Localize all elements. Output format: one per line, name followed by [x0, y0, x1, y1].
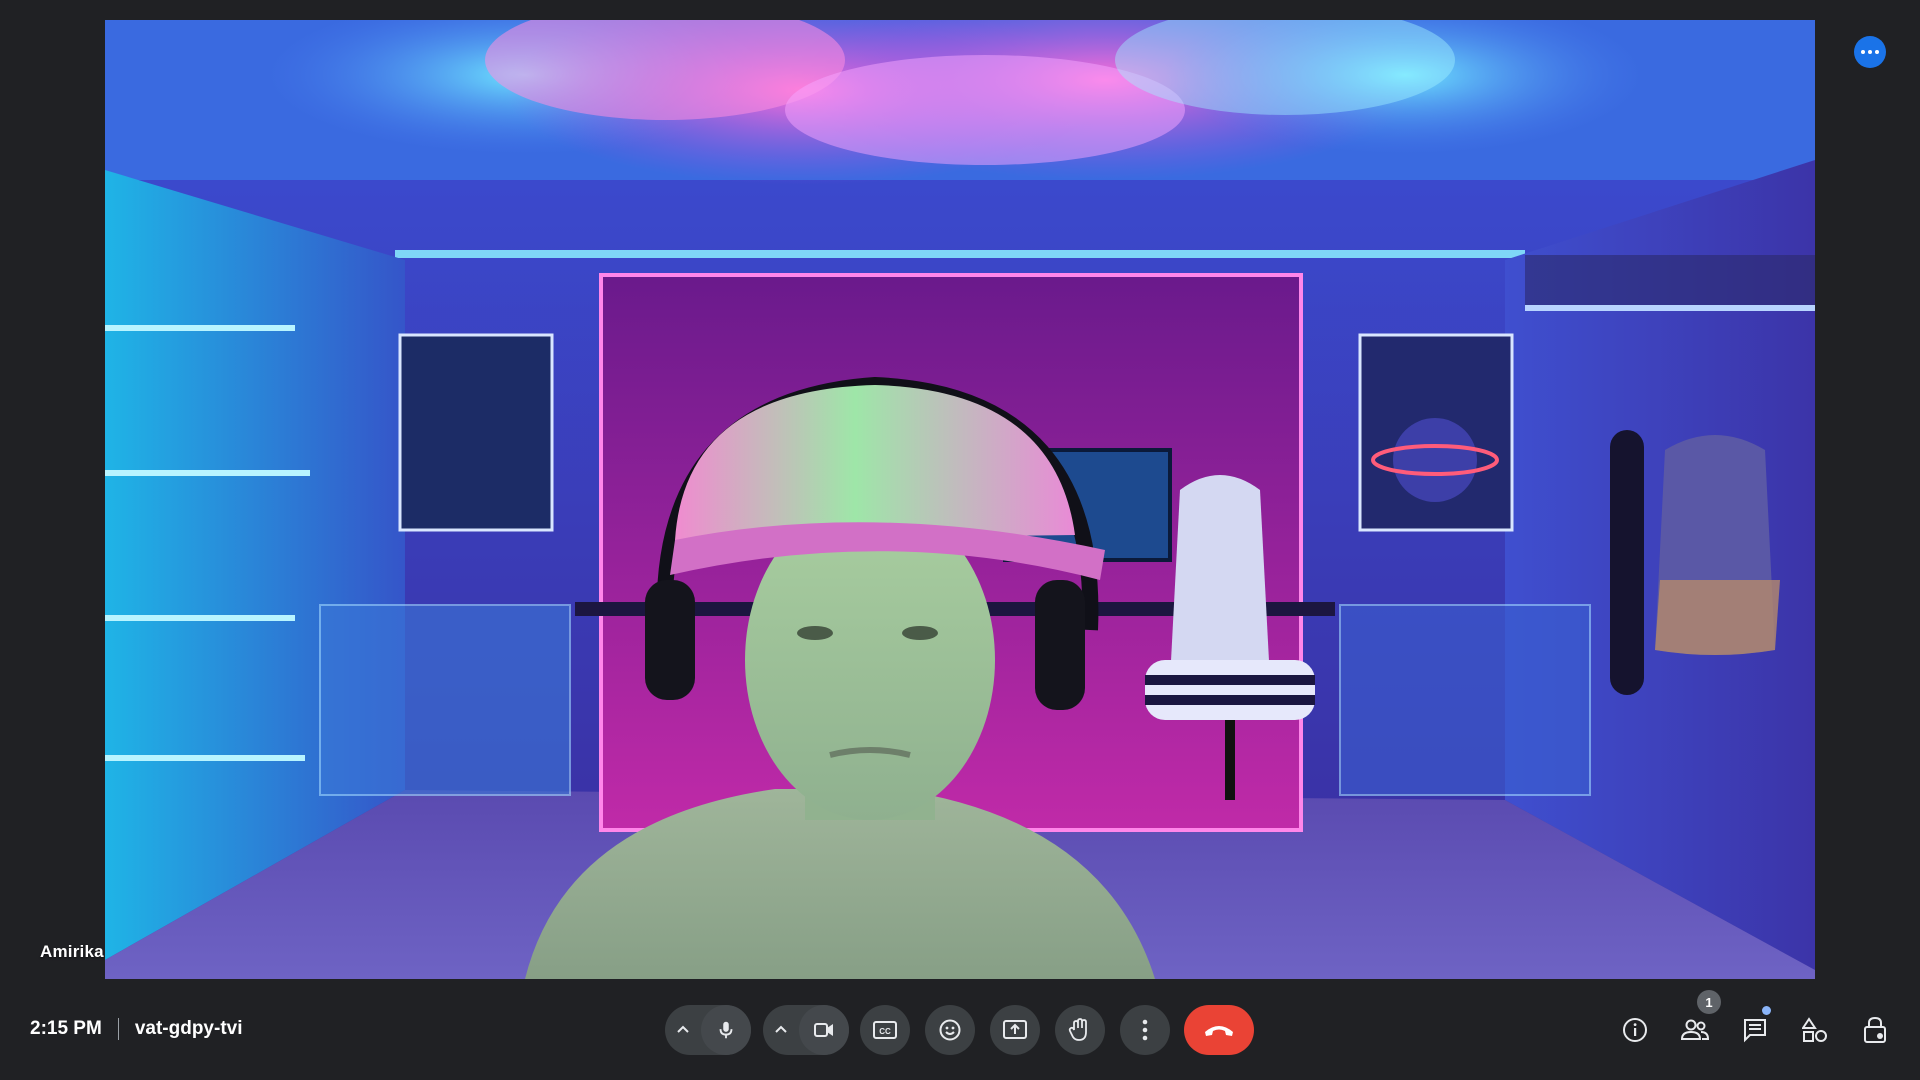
reactions-button[interactable] — [925, 1005, 975, 1055]
call-end-icon — [1205, 1026, 1233, 1036]
chat-button[interactable] — [1732, 1007, 1778, 1053]
raise-hand-icon — [1068, 1018, 1087, 1041]
people-icon — [1680, 1019, 1710, 1040]
unread-indicator — [1762, 1006, 1771, 1015]
tile-more-options-button[interactable] — [1854, 36, 1886, 68]
microphone-control-group — [665, 1005, 751, 1055]
participant-video-tile[interactable] — [105, 20, 1815, 979]
meeting-time: 2:15 PM — [30, 1018, 102, 1039]
host-controls-button[interactable] — [1852, 1007, 1898, 1053]
info-icon — [1623, 1018, 1647, 1042]
more-vert-icon — [1142, 1019, 1148, 1041]
svg-text:CC: CC — [879, 1027, 891, 1036]
microphone-button[interactable] — [701, 1005, 751, 1055]
chevron-up-icon — [775, 1025, 787, 1033]
meeting-code: vat-gdpy-tvi — [134, 1018, 243, 1039]
leave-call-button[interactable] — [1184, 1005, 1254, 1055]
more-options-button[interactable] — [1120, 1005, 1170, 1055]
participant-name-label: Amirika — [40, 942, 104, 961]
microphone-icon — [719, 1021, 733, 1039]
meeting-details: 2:15 PM vat-gdpy-tvi — [30, 1016, 243, 1042]
videocam-icon — [814, 1023, 833, 1037]
chevron-up-icon — [677, 1025, 689, 1033]
camera-button[interactable] — [799, 1005, 849, 1055]
three-dots-icon — [1860, 50, 1881, 54]
host-controls-lock-icon — [1864, 1016, 1886, 1043]
divider — [117, 1018, 119, 1040]
audio-settings-button[interactable] — [665, 1005, 701, 1055]
closed-captions-icon: CC — [873, 1021, 897, 1039]
present-now-button[interactable] — [990, 1005, 1040, 1055]
camera-control-group — [763, 1005, 849, 1055]
raise-hand-button[interactable] — [1055, 1005, 1105, 1055]
video-feed-background — [105, 20, 1815, 979]
participants-count-badge: 1 — [1697, 990, 1721, 1014]
video-settings-button[interactable] — [763, 1005, 799, 1055]
chat-icon — [1744, 1019, 1766, 1043]
present-screen-icon — [1003, 1020, 1027, 1039]
captions-button[interactable]: CC — [860, 1005, 910, 1055]
activities-button[interactable] — [1792, 1007, 1838, 1053]
meeting-details-button[interactable] — [1612, 1007, 1658, 1053]
emoji-icon — [939, 1019, 961, 1041]
activities-icon — [1802, 1017, 1827, 1042]
people-button[interactable] — [1672, 1007, 1718, 1053]
